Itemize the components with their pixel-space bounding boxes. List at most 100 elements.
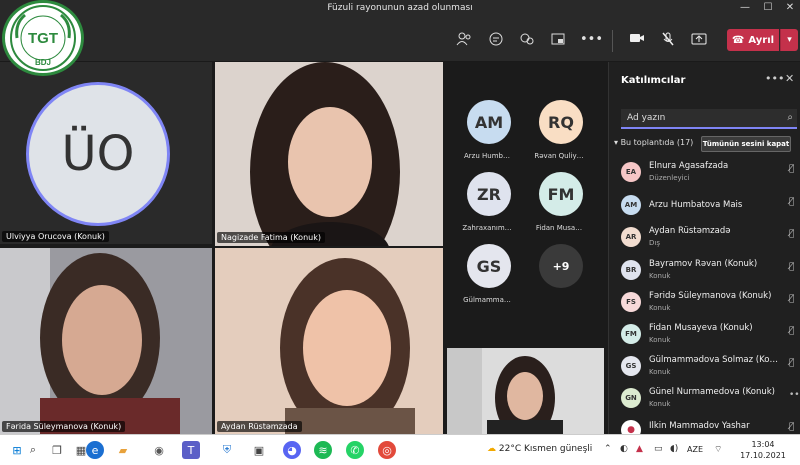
svg-text:BDJ: BDJ	[35, 58, 51, 67]
logo-emblem: TGT BDJ	[10, 5, 76, 71]
svg-text:TGT: TGT	[28, 30, 58, 47]
search-placeholder: Ad yazın	[627, 113, 666, 123]
network-icon[interactable]: ◐	[620, 444, 628, 454]
search-icon: ⌕	[787, 112, 793, 123]
volume-icon[interactable]: ◖)	[670, 444, 678, 454]
clock-date: 17.10.2021	[740, 451, 786, 460]
avatar: GN	[621, 388, 641, 408]
mini-tile-4[interactable]: FM Fidan Musa…	[536, 172, 584, 232]
university-logo: TGT BDJ	[2, 0, 84, 76]
more-options-icon[interactable]: •••	[765, 72, 784, 85]
search-input[interactable]: Ad yazın ⌕	[621, 109, 797, 129]
app-tray-icon[interactable]: ▲	[636, 444, 643, 454]
camera-icon[interactable]	[628, 32, 646, 48]
discord-icon[interactable]: ◕	[283, 441, 301, 459]
tile-name: Nagizade Fatima (Konuk)	[217, 232, 325, 243]
video-feed	[447, 348, 604, 434]
participant-name: Arzu Humbatova Mais	[649, 200, 743, 210]
video-tile-3[interactable]: Aydan Rüstəmzada	[215, 248, 443, 434]
more-options-icon[interactable]: •••	[580, 32, 603, 48]
whatsapp-icon[interactable]: ✆	[346, 441, 364, 459]
avatar: ÜO	[26, 82, 170, 226]
mini-tile-label: Gülmamma…	[463, 296, 511, 304]
mic-muted-icon: 🎙̸	[789, 197, 795, 207]
mini-tile-2[interactable]: RQ Rəvan Quliy…	[534, 100, 584, 160]
participant-row[interactable]: ● Ilkin Mammadov Yashar 🎙̸	[621, 418, 799, 434]
tile-name: Ulviyya Orucova (Konuk)	[2, 231, 109, 242]
participant-role: Konuk	[649, 368, 671, 376]
participant-row[interactable]: GN Günel Nurmamedova (Konuk) Konuk •••	[621, 386, 800, 414]
wifi-icon[interactable]: ⌔	[714, 444, 722, 455]
close-icon[interactable]: ✕	[780, 2, 800, 13]
participants-panel: Katılımcılar ••• ✕ Ad yazın ⌕ ▾ Bu topla…	[608, 62, 800, 434]
participant-name: Elnura Agasafzada	[649, 161, 729, 171]
view-icon[interactable]	[549, 32, 567, 48]
chrome-icon[interactable]: ◎	[378, 441, 396, 459]
section-header[interactable]: ▾ Bu toplantıda (17)	[614, 138, 693, 147]
task-view-icon[interactable]: ❐	[48, 441, 66, 459]
share-screen-icon[interactable]	[690, 32, 708, 48]
mic-muted-icon[interactable]	[659, 32, 677, 48]
maximize-icon[interactable]: ☐	[758, 2, 778, 13]
photos-icon[interactable]: ▣	[250, 441, 268, 459]
participant-row[interactable]: GS Gülmammədova Solmaz (Kon… Konuk 🎙̸	[621, 354, 799, 382]
participant-role: Düzenleyici	[649, 174, 690, 182]
video-feed	[215, 248, 443, 434]
mic-muted-icon: 🎙̸	[789, 358, 795, 368]
security-icon[interactable]: ⛨	[218, 441, 236, 459]
participant-tile-main[interactable]: ÜO Ulviyya Orucova (Konuk)	[0, 62, 212, 244]
file-explorer-icon[interactable]: ▰	[114, 441, 132, 459]
minimize-icon[interactable]: —	[735, 2, 755, 13]
camera-app-icon[interactable]: ◉	[150, 441, 168, 459]
participant-row[interactable]: BR Bayramov Rəvan (Konuk) Konuk 🎙̸	[621, 258, 799, 286]
participant-row[interactable]: EA Elnura Agasafzada Düzenleyici 🎙̸	[621, 160, 799, 188]
battery-icon[interactable]: ▭	[654, 444, 663, 454]
teams-icon[interactable]: T	[182, 441, 200, 459]
chat-icon[interactable]	[487, 32, 505, 48]
system-clock[interactable]: 13:04 17.10.2021	[740, 439, 786, 461]
participant-row[interactable]: AR Aydan Rüstəmzadə Dış 🎙̸	[621, 225, 799, 253]
avatar: EA	[621, 162, 641, 182]
participant-name: Bayramov Rəvan (Konuk)	[649, 259, 758, 269]
video-tile-2[interactable]: Fərida Süleymanova (Konuk)	[0, 248, 212, 434]
edge-icon[interactable]: e	[86, 441, 104, 459]
video-feed	[0, 248, 212, 434]
participants-icon[interactable]	[455, 32, 473, 48]
mini-tile-3[interactable]: ZR Zahraxanım…	[462, 172, 512, 232]
avatar: AM	[467, 100, 511, 144]
mute-all-button[interactable]: Tümünün sesini kapat	[701, 136, 791, 152]
weather-widget[interactable]: ☁ 22°C Kısmen güneşli	[487, 444, 592, 454]
spotify-icon[interactable]: ≋	[314, 441, 332, 459]
participant-name: Aydan Rüstəmzadə	[649, 226, 731, 236]
self-video-tile[interactable]	[447, 348, 604, 434]
tile-name: Fərida Süleymanova (Konuk)	[2, 421, 126, 432]
participant-role: Konuk	[649, 400, 671, 408]
avatar: ZR	[467, 172, 511, 216]
language-indicator[interactable]: AZE	[687, 445, 703, 454]
phone-hangup-icon: ☎	[731, 34, 745, 46]
participant-row[interactable]: FM Fidan Musayeva (Konuk) Konuk 🎙̸	[621, 322, 799, 350]
window-title: Füzuli rayonunun azad olunması	[327, 3, 473, 13]
avatar: RQ	[539, 100, 583, 144]
search-icon[interactable]: ⌕	[24, 441, 42, 459]
mic-muted-icon: 🎙̸	[789, 326, 795, 336]
overflow-count: +9	[539, 244, 583, 288]
reactions-icon[interactable]	[518, 32, 536, 48]
participant-name: Ilkin Mammadov Yashar	[649, 421, 750, 431]
participant-role: Konuk	[649, 304, 671, 312]
mini-tile-5[interactable]: GS Gülmamma…	[463, 244, 512, 304]
leave-options-chevron-icon[interactable]: ▾	[780, 29, 798, 51]
more-options-icon[interactable]: •••	[789, 390, 800, 400]
close-icon[interactable]: ✕	[785, 72, 794, 85]
overflow-participants[interactable]: +9	[538, 244, 584, 288]
windows-taskbar: ⊞ ⌕ ❐ ▦ e ▰ ◉ T ⛨ ▣ ◕ ≋ ✆ ◎ ☁ 22°C Kısme…	[0, 434, 800, 465]
mic-muted-icon: 🎙̸	[789, 164, 795, 174]
participant-row[interactable]: AM Arzu Humbatova Mais 🎙̸	[621, 193, 799, 221]
video-tile-1[interactable]: Nagizade Fatima (Konuk)	[215, 62, 443, 246]
participant-role: Konuk	[649, 336, 671, 344]
participant-row[interactable]: FS Fəridə Süleymanova (Konuk) Konuk 🎙̸	[621, 290, 799, 318]
mini-tile-1[interactable]: AM Arzu Humb…	[464, 100, 512, 160]
chevron-up-icon[interactable]: ⌃	[604, 444, 612, 454]
leave-button[interactable]: ☎ Ayrıl	[727, 29, 779, 51]
mic-muted-icon: 🎙̸	[789, 422, 795, 432]
